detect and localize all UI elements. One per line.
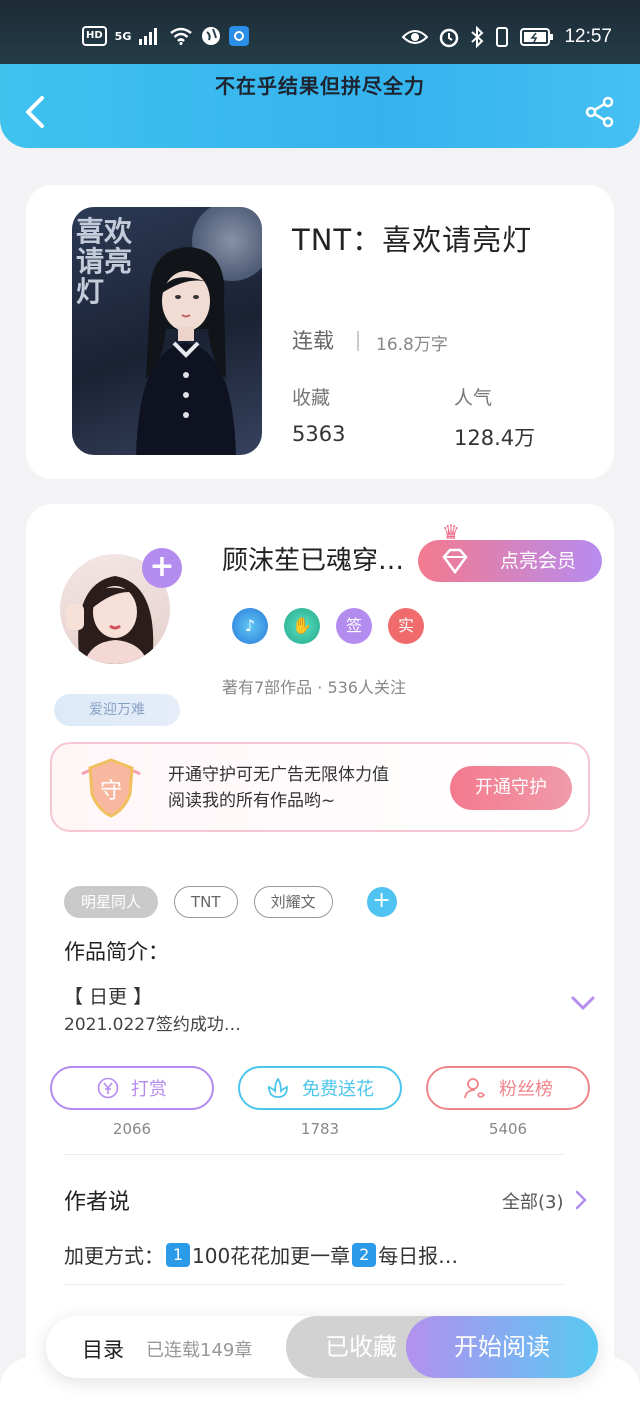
reward-count: 2066: [112, 1120, 152, 1138]
network-label: 5G: [114, 29, 132, 43]
keycap-2-icon: 2: [352, 1242, 377, 1267]
reward-label: 打赏: [131, 1079, 167, 1100]
music-badge-icon[interactable]: ♪: [232, 608, 268, 644]
shield-icon: 守: [81, 758, 141, 818]
favorites-label: 收藏: [292, 387, 331, 409]
eye-icon: [402, 30, 429, 44]
follow-plus-button[interactable]: +: [142, 548, 182, 588]
guard-text-line1: 开通守护可无广告无限体力值: [168, 765, 389, 785]
book-info-card: 喜欢请亮灯 TNT：喜欢请亮灯 连载 16.8万字 收藏 5363 人气 128…: [26, 185, 614, 479]
fans-ranking-button[interactable]: 粉丝榜: [426, 1066, 590, 1110]
start-reading-button[interactable]: 开始阅读: [406, 1316, 598, 1378]
bluetooth-icon: [471, 26, 484, 48]
flower-label: 免费送花: [302, 1079, 374, 1100]
tag-item[interactable]: 明星同人: [64, 886, 159, 918]
fans-label: 粉丝榜: [499, 1079, 553, 1100]
fans-action: 粉丝榜 5406: [426, 1066, 590, 1138]
word-count: 16.8万字: [376, 335, 448, 355]
flower-count: 1783: [300, 1120, 340, 1138]
alarm-icon: [440, 28, 459, 48]
tag-item[interactable]: 刘耀文: [253, 886, 333, 918]
guard-banner: 守 开通守护可无广告无限体力值 阅读我的所有作品哟~ 开通守护: [50, 742, 590, 832]
share-icon[interactable]: [584, 96, 616, 128]
author-says-title: 作者说: [64, 1190, 131, 1215]
author-says-all[interactable]: 全部(3): [502, 1188, 564, 1214]
popularity-label: 人气: [454, 387, 493, 409]
author-says-content[interactable]: 加更方式： 1 100花花加更一章 2 每日报…: [64, 1240, 458, 1269]
clock: 12:57: [564, 26, 612, 47]
intro-line2: 2021.0227签约成功…: [64, 1015, 241, 1035]
popularity-value: 128.4万: [454, 426, 536, 450]
back-icon[interactable]: [22, 94, 50, 130]
verified-badge[interactable]: 实: [388, 608, 424, 644]
keycap-1-icon: 1: [166, 1242, 190, 1267]
author-tag: 爱迎万难: [54, 694, 180, 726]
user-rank-icon: [464, 1078, 486, 1099]
chevron-right-icon[interactable]: [574, 1190, 588, 1210]
divider: [357, 331, 359, 351]
handshake-badge-icon[interactable]: ✋: [284, 608, 320, 644]
author-name[interactable]: 顾沫苼已魂穿…: [222, 540, 404, 577]
add-tag-button[interactable]: +: [366, 887, 397, 917]
favorites-value: 5363: [292, 422, 346, 446]
book-title: TNT：喜欢请亮灯: [292, 223, 533, 257]
tag-item[interactable]: TNT: [174, 886, 238, 918]
book-cover[interactable]: 喜欢请亮灯: [72, 207, 262, 455]
header-title: 不在乎结果但拼尽全力: [215, 74, 425, 98]
yen-icon: [97, 1077, 119, 1099]
guard-description: 开通守护可无广告无限体力值 阅读我的所有作品哟~: [168, 762, 389, 814]
content-suffix: 每日报…: [378, 1244, 459, 1268]
chapter-count: 已连载149章: [146, 1340, 253, 1361]
open-guard-button[interactable]: 开通守护: [450, 766, 572, 810]
flower-icon: [268, 1077, 288, 1098]
author-badges: ♪ ✋ 签 实: [232, 608, 424, 644]
toc-button[interactable]: 目录: [82, 1334, 124, 1364]
cover-portrait: [136, 247, 236, 455]
signed-badge[interactable]: 签: [336, 608, 372, 644]
globe-icon: [202, 27, 221, 45]
status-left: HD 5G: [82, 26, 250, 46]
author-meta: 著有7部作品 · 536人关注: [222, 678, 406, 697]
vibrate-icon: [496, 27, 509, 47]
intro-line1: 【 日更 】: [64, 986, 153, 1008]
chevron-down-icon[interactable]: [570, 994, 596, 1012]
fans-count: 5406: [488, 1120, 528, 1138]
content-mid: 100花花加更一章: [192, 1244, 351, 1268]
tag-list: 明星同人 TNT 刘耀文 +: [64, 886, 397, 918]
reward-button[interactable]: 打赏: [50, 1066, 214, 1110]
flower-action: 免费送花 1783: [238, 1066, 402, 1138]
divider: [64, 1284, 564, 1285]
book-status: 连载: [292, 329, 334, 353]
diamond-icon: [442, 548, 468, 575]
status-right: 12:57: [402, 26, 612, 48]
divider: [64, 1154, 564, 1155]
guard-icon-text: 守: [100, 779, 122, 804]
battery-icon: [520, 28, 554, 46]
signal-icon: [139, 28, 158, 45]
intro-title: 作品简介：: [64, 940, 169, 964]
free-flower-button[interactable]: 免费送花: [238, 1066, 402, 1110]
content-prefix: 加更方式：: [64, 1244, 164, 1268]
hd-icon: HD: [82, 26, 107, 46]
wifi-icon: [170, 27, 193, 45]
app-notify-icon: [229, 26, 250, 46]
bottom-action-bar: 目录 已连载149章 已收藏 开始阅读: [46, 1316, 598, 1378]
author-card: + 爱迎万难 顾沫苼已魂穿… ♛ 点亮会员 ♪ ✋ 签 实 著有7部作品 · 5…: [26, 504, 614, 1404]
header: 不在乎结果但拼尽全力: [0, 64, 640, 148]
action-buttons: 打赏 2066 免费送花 1783 粉丝榜 5406: [50, 1066, 590, 1138]
guard-text-line2: 阅读我的所有作品哟~: [168, 791, 336, 811]
reward-action: 打赏 2066: [50, 1066, 214, 1138]
